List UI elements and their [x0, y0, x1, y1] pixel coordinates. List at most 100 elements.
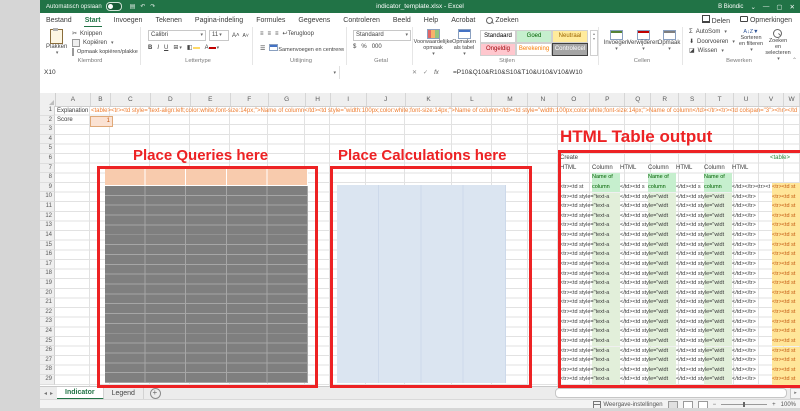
format-cells-button[interactable]: Opmaak	[658, 30, 680, 52]
column-header-L[interactable]: L	[452, 93, 492, 106]
row-header-1[interactable]: 1	[40, 106, 55, 116]
scroll-right-icon[interactable]: ▸	[790, 388, 800, 399]
column-header-Q[interactable]: Q	[625, 93, 651, 106]
column-header-W[interactable]: W	[784, 93, 800, 106]
page-layout-view-icon[interactable]	[683, 401, 693, 409]
column-header-I[interactable]: I	[331, 93, 367, 106]
font-size-select[interactable]: 11	[209, 30, 229, 41]
underline-button[interactable]: U	[164, 45, 168, 51]
sort-filter-button[interactable]: A↓Z▼Sorteren en filteren	[738, 29, 764, 53]
currency-format-icon[interactable]: $	[353, 44, 356, 50]
maximize-button[interactable]: ▢	[776, 3, 782, 11]
row-header-3[interactable]: 3	[40, 125, 55, 135]
save-icon[interactable]: ▤	[130, 3, 136, 10]
cell-style-standaard[interactable]: Standaard	[480, 30, 516, 43]
copy-button[interactable]: Kopiëren	[72, 39, 114, 47]
minimize-button[interactable]: —	[763, 3, 770, 10]
menu-tab-help[interactable]: Help	[423, 15, 439, 26]
normal-view-icon[interactable]	[668, 401, 678, 409]
zoom-out-icon[interactable]: −	[713, 402, 717, 408]
format-as-table-button[interactable]: Opmaken als tabel	[450, 29, 478, 57]
menu-tab-acrobat[interactable]: Acrobat	[450, 15, 476, 26]
column-header-H[interactable]: H	[306, 93, 331, 106]
row-header-7[interactable]: 7	[40, 164, 55, 174]
row-header-27[interactable]: 27	[40, 356, 55, 366]
row-header-4[interactable]: 4	[40, 135, 55, 145]
row-header-21[interactable]: 21	[40, 298, 55, 308]
menu-tab-gegevens[interactable]: Gegevens	[297, 15, 331, 26]
cut-button[interactable]: ✂Knippen	[72, 30, 102, 37]
format-painter-button[interactable]: Opmaak kopiëren/plakken	[72, 48, 138, 56]
column-header-V[interactable]: V	[759, 93, 784, 106]
close-button[interactable]: ✕	[790, 3, 795, 11]
comma-format-icon[interactable]: 000	[372, 44, 382, 50]
row-header-9[interactable]: 9	[40, 183, 55, 193]
cell-a2[interactable]: Score	[57, 116, 73, 126]
row-header-2[interactable]: 2	[40, 116, 55, 126]
row-header-28[interactable]: 28	[40, 365, 55, 375]
merge-center-button[interactable]: Samenvoegen en centreren	[269, 44, 344, 53]
undo-icon[interactable]: ↶	[140, 3, 145, 10]
horizontal-scrollbar[interactable]	[555, 388, 787, 398]
column-header-B[interactable]: B	[91, 93, 111, 106]
borders-icon[interactable]: ⊞	[173, 44, 182, 51]
menu-tab-start[interactable]: Start	[84, 15, 102, 26]
cancel-icon[interactable]	[412, 69, 417, 76]
percent-format-icon[interactable]: %	[361, 44, 366, 50]
row-header-8[interactable]: 8	[40, 173, 55, 183]
shrink-font-icon[interactable]: A˅	[243, 33, 249, 39]
wrap-text-button[interactable]: ↩Terugloop	[283, 30, 314, 37]
column-header-S[interactable]: S	[679, 93, 706, 106]
cell-style-controlecel[interactable]: Controlecel	[552, 43, 588, 56]
ribbon-options-icon[interactable]: ⌄	[750, 3, 755, 11]
menu-tab-beeld[interactable]: Beeld	[392, 15, 412, 26]
column-header-E[interactable]: E	[191, 93, 231, 106]
cell-style-ongeldig[interactable]: Ongeldig	[480, 43, 516, 56]
zoom-in-icon[interactable]: +	[772, 402, 776, 408]
column-header-R[interactable]: R	[651, 93, 679, 106]
collapse-ribbon-icon[interactable]: ⌃	[792, 57, 797, 64]
column-header-A[interactable]: A	[56, 93, 91, 106]
row-header-19[interactable]: 19	[40, 279, 55, 289]
autosum-button[interactable]: ΣAutoSom	[689, 29, 727, 35]
align-middle-icon[interactable]: ≡	[268, 31, 272, 37]
prev-sheet-icon[interactable]: ◂	[44, 390, 47, 397]
font-name-select[interactable]: Calibri	[148, 30, 206, 41]
cell-b1[interactable]: <table><tr><td style="text-align:left;co…	[91, 107, 797, 117]
row-header-24[interactable]: 24	[40, 327, 55, 337]
row-header-10[interactable]: 10	[40, 192, 55, 202]
clear-button[interactable]: ◪Wissen	[689, 47, 724, 54]
column-header-G[interactable]: G	[269, 93, 306, 106]
user-name[interactable]: B Biondic	[718, 4, 743, 10]
row-header-15[interactable]: 15	[40, 241, 55, 251]
column-header-U[interactable]: U	[734, 93, 759, 106]
select-all-corner[interactable]	[40, 93, 56, 106]
next-sheet-icon[interactable]: ▸	[50, 390, 53, 397]
add-sheet-button[interactable]	[150, 388, 161, 399]
column-header-K[interactable]: K	[406, 93, 453, 106]
column-header-J[interactable]: J	[367, 93, 406, 106]
row-header-5[interactable]: 5	[40, 144, 55, 154]
row-header-25[interactable]: 25	[40, 337, 55, 347]
column-header-M[interactable]: M	[492, 93, 528, 106]
insert-cells-button[interactable]: Invoegen	[604, 30, 628, 52]
row-header-22[interactable]: 22	[40, 308, 55, 318]
row-header-20[interactable]: 20	[40, 289, 55, 299]
italic-button[interactable]: I	[157, 45, 159, 51]
formula-input[interactable]: =P10&Q10&R10&S10&T10&U10&V10&W10	[453, 66, 583, 79]
row-header-14[interactable]: 14	[40, 231, 55, 241]
row-header-26[interactable]: 26	[40, 346, 55, 356]
cell-style-goed[interactable]: Goed	[516, 30, 552, 43]
menu-tab-pagina-indeling[interactable]: Pagina-indeling	[194, 15, 244, 26]
row-header-17[interactable]: 17	[40, 260, 55, 270]
row-header-6[interactable]: 6	[40, 154, 55, 164]
share-button[interactable]: Delen	[702, 15, 730, 25]
menu-tab-bestand[interactable]: Bestand	[45, 15, 73, 26]
cell-a1[interactable]: Explanation	[57, 107, 88, 117]
cell-style-berekening[interactable]: Berekening	[516, 43, 552, 56]
column-header-O[interactable]: O	[558, 93, 590, 106]
row-header-12[interactable]: 12	[40, 212, 55, 222]
page-break-view-icon[interactable]	[698, 401, 708, 409]
fill-color-icon[interactable]: ◧	[187, 44, 200, 51]
align-top-icon[interactable]: ≡	[260, 31, 264, 37]
